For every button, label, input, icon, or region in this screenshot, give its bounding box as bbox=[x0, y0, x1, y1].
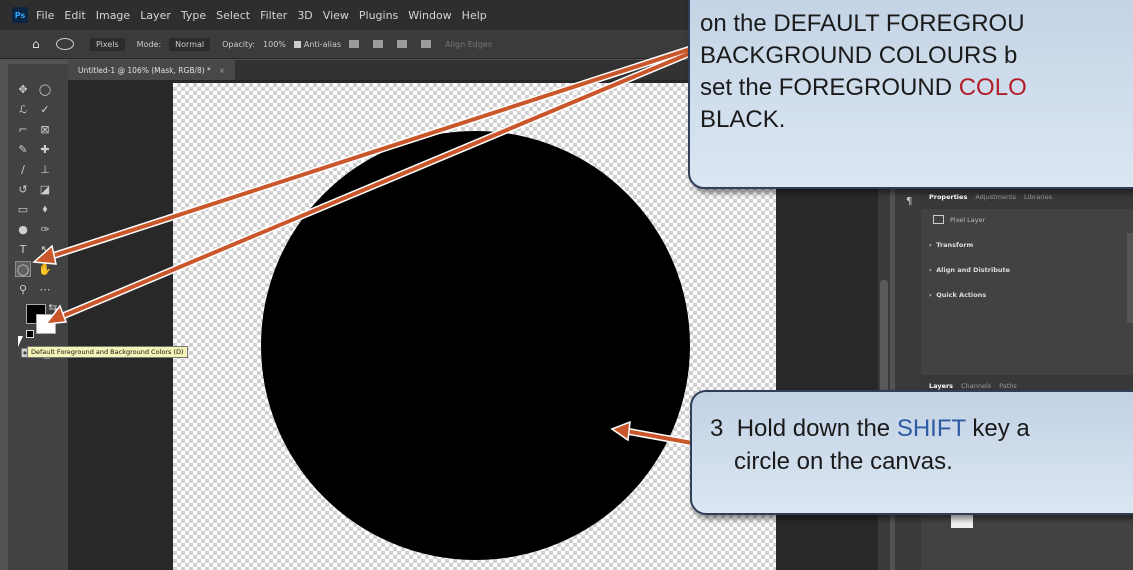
photoshop-window: Ps File Edit Image Layer Type Select Fil… bbox=[0, 0, 1133, 570]
arrow-to-default-colors bbox=[56, 42, 714, 320]
callout-bottom: 3 Hold down the SHIFT key a circle on th… bbox=[690, 390, 1133, 515]
arrowhead-ellipse-tool bbox=[32, 244, 57, 265]
callout-top-text: on the DEFAULT FOREGROU BACKGROUND COLOU… bbox=[700, 8, 1133, 136]
callout-top-line1: on the DEFAULT FOREGROU bbox=[700, 10, 1025, 37]
highlight-shift: SHIFT bbox=[896, 415, 966, 442]
callout-top: on the DEFAULT FOREGROU BACKGROUND COLOU… bbox=[688, 0, 1133, 189]
highlight-colour: COLO bbox=[958, 74, 1027, 101]
step-number: 3 bbox=[710, 415, 724, 442]
arrowhead-circle bbox=[610, 420, 631, 442]
arrow-to-circle bbox=[624, 429, 694, 445]
callout-top-line4: BLACK. bbox=[700, 106, 786, 133]
callout-bottom-text: 3 Hold down the SHIFT key a circle on th… bbox=[710, 412, 1030, 478]
callout-bottom-line1: 3 Hold down the SHIFT key a bbox=[710, 415, 1030, 442]
callout-bottom-line2: circle on the canvas. bbox=[734, 448, 953, 475]
callout-top-line2: BACKGROUND COLOURS b bbox=[700, 42, 1018, 69]
arrow-to-ellipse-tool bbox=[44, 40, 714, 260]
arrowhead-default-colors bbox=[44, 304, 68, 325]
callout-top-line3: set the FOREGROUND COLO bbox=[700, 74, 1027, 101]
